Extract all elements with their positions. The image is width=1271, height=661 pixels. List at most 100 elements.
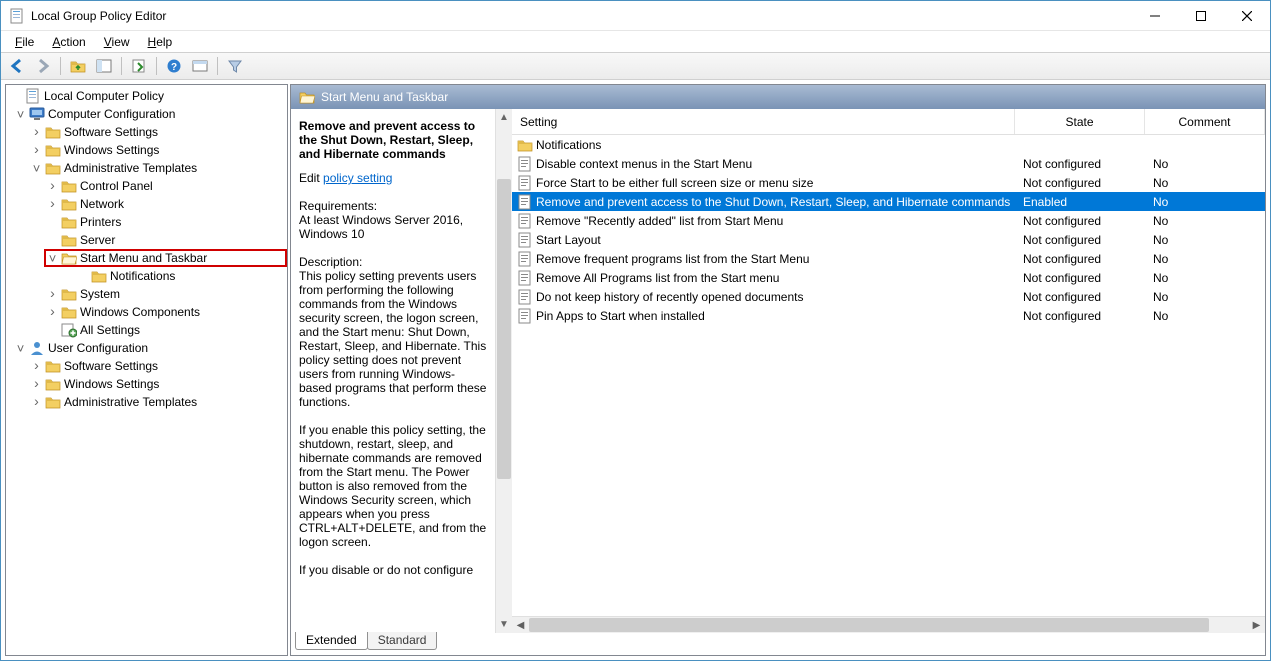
tab-label: Standard [378, 633, 427, 647]
state-cell: Not configured [1015, 309, 1145, 323]
tree-label: Server [80, 233, 115, 247]
comment-cell: No [1145, 176, 1265, 190]
comment-cell: No [1145, 271, 1265, 285]
list-row[interactable]: Remove and prevent access to the Shut Do… [512, 192, 1265, 211]
tree-user-admin-templates[interactable]: Administrative Templates [6, 393, 287, 411]
list-row[interactable]: Remove All Programs list from the Start … [512, 268, 1265, 287]
description-scrollbar[interactable]: ▲ ▼ [495, 109, 512, 633]
tree-pane[interactable]: Local Computer Policy Computer Configura… [5, 84, 288, 656]
view-tabs: Extended Standard [291, 633, 1265, 655]
list-row[interactable]: Disable context menus in the Start Menu N… [512, 154, 1265, 173]
list-row[interactable]: Start LayoutNot configuredNo [512, 230, 1265, 249]
setting-label: Remove frequent programs list from the S… [536, 252, 809, 266]
folder-icon [61, 232, 77, 248]
tree-windows-components[interactable]: Windows Components [6, 303, 287, 321]
tab-extended[interactable]: Extended [295, 632, 368, 650]
tree-windows-settings[interactable]: Windows Settings [6, 141, 287, 159]
list-row[interactable]: Remove "Recently added" list from Start … [512, 211, 1265, 230]
tree-system[interactable]: System [6, 285, 287, 303]
setting-label: Pin Apps to Start when installed [536, 309, 705, 323]
menu-file[interactable]: File [7, 33, 42, 51]
column-setting[interactable]: Setting [512, 109, 1015, 134]
scroll-thumb[interactable] [497, 179, 511, 479]
policy-icon [25, 88, 41, 104]
policy-icon [517, 270, 533, 286]
policy-icon [517, 175, 533, 191]
folder-icon [45, 160, 61, 176]
list-row[interactable]: Remove frequent programs list from the S… [512, 249, 1265, 268]
tree-admin-templates[interactable]: Administrative Templates [6, 159, 287, 177]
export-list-button[interactable] [127, 55, 151, 77]
column-state[interactable]: State [1015, 109, 1145, 134]
setting-label: Remove and prevent access to the Shut Do… [536, 195, 1010, 209]
setting-label: Disable context menus in the Start Menu [536, 157, 752, 171]
close-button[interactable] [1224, 1, 1270, 31]
tree-user-software-settings[interactable]: Software Settings [6, 357, 287, 375]
window-title: Local Group Policy Editor [31, 9, 166, 23]
scroll-right-icon[interactable]: ▶ [1248, 617, 1265, 633]
setting-label: Notifications [536, 138, 601, 152]
tree-root[interactable]: Local Computer Policy [6, 87, 287, 105]
tab-standard[interactable]: Standard [367, 632, 438, 650]
menu-bar: File Action View Help [1, 31, 1270, 52]
state-cell: Not configured [1015, 252, 1145, 266]
tree-server[interactable]: Server [6, 231, 287, 249]
title-bar: Local Group Policy Editor [1, 1, 1270, 31]
properties-button[interactable] [188, 55, 212, 77]
tree-notifications[interactable]: Notifications [6, 267, 287, 285]
menu-action[interactable]: Action [44, 33, 93, 51]
tree-user-windows-settings[interactable]: Windows Settings [6, 375, 287, 393]
tree-label: Administrative Templates [64, 161, 197, 175]
policy-icon [517, 194, 533, 210]
tree-label: Windows Settings [64, 143, 159, 157]
scroll-left-icon[interactable]: ◀ [512, 617, 529, 633]
tree-network[interactable]: Network [6, 195, 287, 213]
policy-icon [517, 289, 533, 305]
description-text: This policy setting prevents users from … [299, 269, 486, 409]
toolbar [1, 52, 1270, 80]
edit-policy-link[interactable]: policy setting [323, 171, 392, 185]
back-button[interactable] [5, 55, 29, 77]
tree-control-panel[interactable]: Control Panel [6, 177, 287, 195]
menu-help[interactable]: Help [140, 33, 181, 51]
tree-label: Start Menu and Taskbar [80, 251, 207, 265]
list-body[interactable]: Notifications Disable context menus in th… [512, 135, 1265, 616]
list-row[interactable]: Force Start to be either full screen siz… [512, 173, 1265, 192]
list-row[interactable]: Do not keep history of recently opened d… [512, 287, 1265, 306]
menu-view[interactable]: View [96, 33, 138, 51]
tree-label: Software Settings [64, 359, 158, 373]
list-horizontal-scrollbar[interactable]: ◀ ▶ [512, 616, 1265, 633]
forward-button[interactable] [31, 55, 55, 77]
comment-cell: No [1145, 252, 1265, 266]
scroll-down-icon[interactable]: ▼ [496, 616, 512, 633]
list-row[interactable]: Notifications [512, 135, 1265, 154]
tree-software-settings[interactable]: Software Settings [6, 123, 287, 141]
policy-icon [517, 156, 533, 172]
folder-icon [517, 137, 533, 153]
state-cell: Not configured [1015, 157, 1145, 171]
up-level-button[interactable] [66, 55, 90, 77]
show-hide-tree-button[interactable] [92, 55, 116, 77]
column-comment[interactable]: Comment [1145, 109, 1265, 134]
folder-icon [61, 286, 77, 302]
policy-icon [517, 232, 533, 248]
minimize-button[interactable] [1132, 1, 1178, 31]
comment-cell: No [1145, 157, 1265, 171]
tree-label: Administrative Templates [64, 395, 197, 409]
tree-label: Control Panel [80, 179, 153, 193]
scroll-thumb[interactable] [529, 618, 1209, 632]
comment-cell: No [1145, 214, 1265, 228]
filter-button[interactable] [223, 55, 247, 77]
tree-computer-configuration[interactable]: Computer Configuration [6, 105, 287, 123]
tree-all-settings[interactable]: All Settings [6, 321, 287, 339]
tree-printers[interactable]: Printers [6, 213, 287, 231]
scroll-up-icon[interactable]: ▲ [496, 109, 512, 126]
list-row[interactable]: Pin Apps to Start when installed Not conf… [512, 306, 1265, 325]
tree-user-configuration[interactable]: User Configuration [6, 339, 287, 357]
maximize-button[interactable] [1178, 1, 1224, 31]
help-button[interactable] [162, 55, 186, 77]
tree-label: Local Computer Policy [44, 89, 164, 103]
tree-start-menu-taskbar[interactable]: Start Menu and Taskbar [44, 249, 287, 267]
column-label: State [1065, 115, 1093, 129]
details-pane: Start Menu and Taskbar Remove and preven… [290, 84, 1266, 656]
